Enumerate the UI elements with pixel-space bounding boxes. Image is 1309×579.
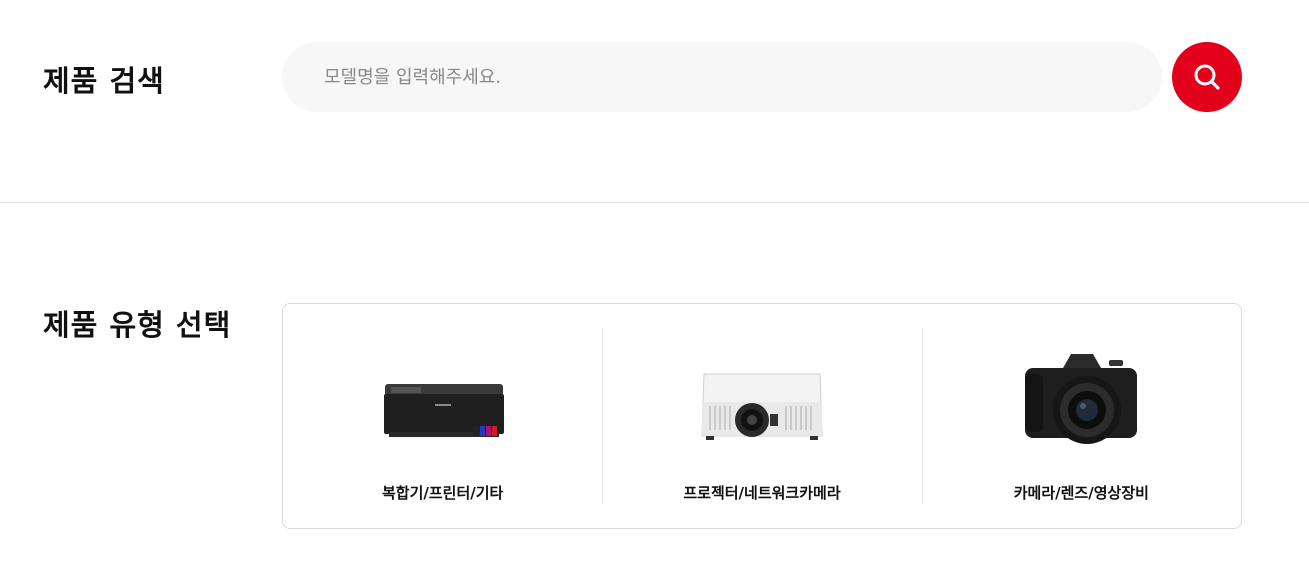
product-type-label: 프로젝터/네트워크카메라 — [683, 484, 841, 502]
product-type-label: 복합기/프린터/기타 — [381, 484, 504, 502]
search-button[interactable] — [1172, 42, 1242, 112]
camera-icon — [1001, 344, 1161, 454]
section-divider — [0, 202, 1309, 203]
product-type-title: 제품 유형 선택 — [43, 308, 232, 342]
product-type-label: 카메라/렌즈/영상장비 — [1013, 484, 1149, 502]
model-search-input[interactable] — [282, 42, 1162, 112]
product-type-projector[interactable]: 프로젝터/네트워크카메라 — [602, 304, 921, 528]
product-type-camera[interactable]: 카메라/렌즈/영상장비 — [921, 304, 1241, 528]
search-icon — [1194, 64, 1220, 90]
search-section-title: 제품 검색 — [43, 64, 165, 98]
printer-icon — [363, 344, 523, 454]
product-search-section: 제품 검색 — [0, 0, 1309, 202]
product-type-printer[interactable]: 복합기/프린터/기타 — [283, 304, 602, 528]
projector-icon — [682, 344, 842, 454]
product-type-card: 복합기/프린터/기타 프로젝터/네트워크카메라 카메라/렌즈/영상장비 — [282, 303, 1242, 529]
